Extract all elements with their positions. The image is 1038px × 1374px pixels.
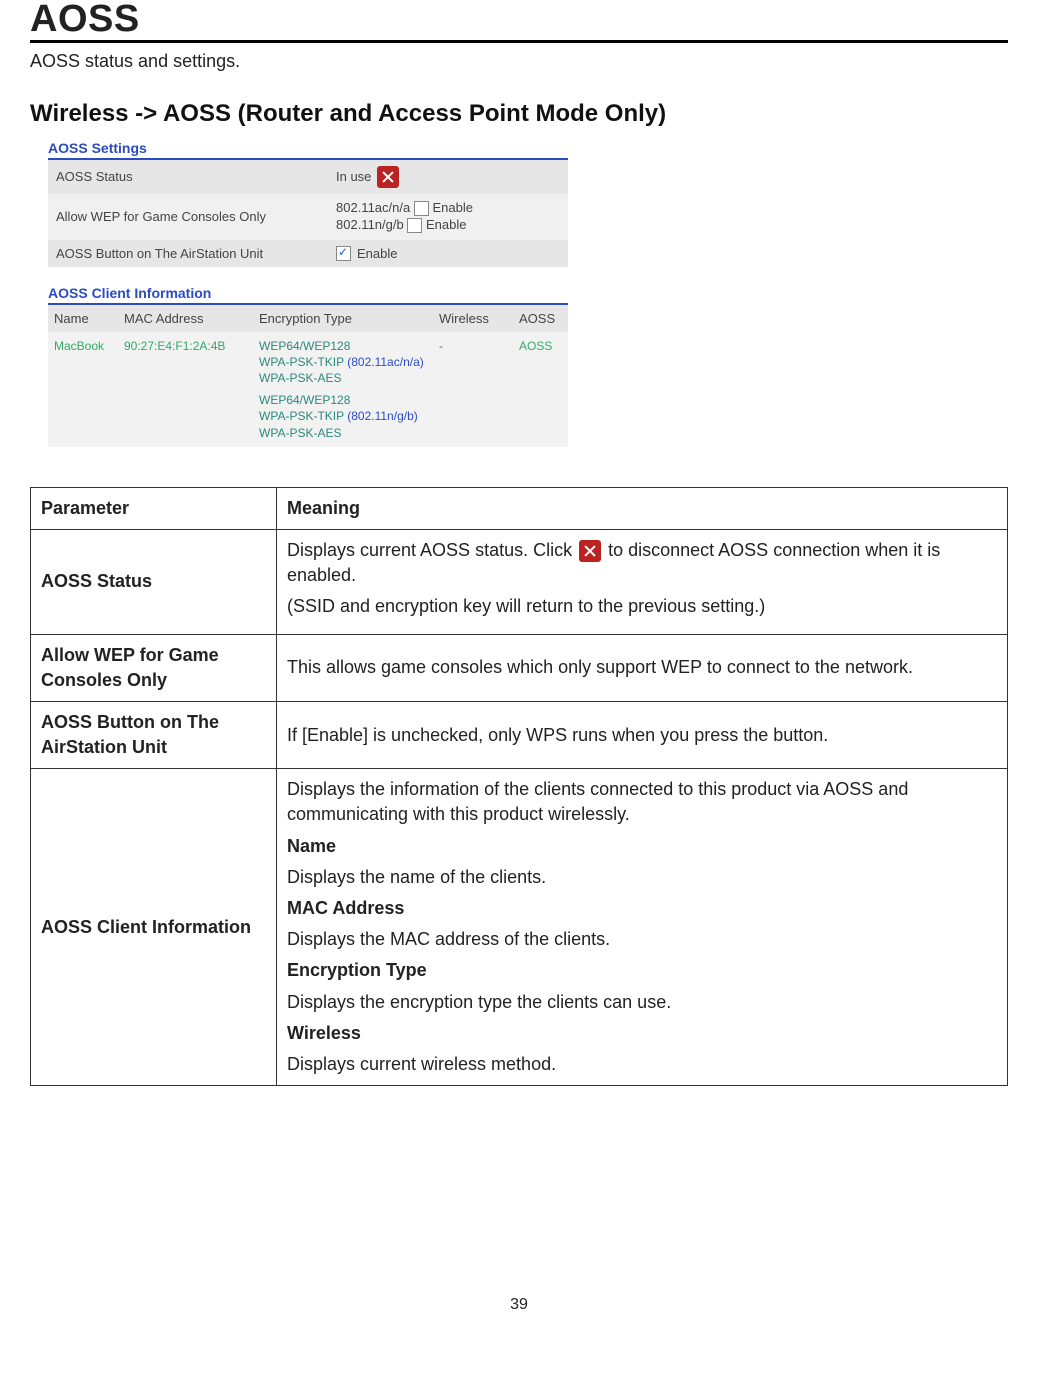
th-parameter: Parameter <box>31 487 277 529</box>
meaning-aci-name-label: Name <box>287 834 997 859</box>
enc-a-line2: WPA-PSK-TKIP <box>259 355 344 369</box>
aoss-settings-heading: AOSS Settings <box>48 140 568 160</box>
enc-b-line3: WPA-PSK-AES <box>259 425 427 441</box>
page-title: AOSS <box>30 0 1008 43</box>
client-th-enc: Encryption Type <box>253 305 433 332</box>
aoss-button-value-cell: Enable <box>328 240 568 267</box>
wep-line-ngb: 802.11n/g/b <box>336 217 404 232</box>
param-allow-wep: Allow WEP for Game Consoles Only <box>31 634 277 701</box>
meaning-allow-wep: This allows game consoles which only sup… <box>277 634 1008 701</box>
meaning-aoss-button: If [Enable] is unchecked, only WPS runs … <box>277 701 1008 768</box>
client-th-aoss: AOSS <box>513 305 568 332</box>
meaning-text-before-icon: Displays current AOSS status. Click <box>287 540 577 560</box>
client-aoss: AOSS <box>513 332 568 447</box>
meaning-aci-enc-text: Displays the encryption type the clients… <box>287 990 997 1015</box>
enc-b-paren: (802.11n/g/b) <box>347 409 418 423</box>
meaning-aci-name-text: Displays the name of the clients. <box>287 865 997 890</box>
param-aoss-status: AOSS Status <box>31 529 277 634</box>
aoss-button-enable-text: Enable <box>357 246 397 261</box>
enc-a-paren: (802.11ac/n/a) <box>347 355 424 369</box>
wep-ngb-checkbox[interactable] <box>407 218 422 233</box>
section-title: Wireless -> AOSS (Router and Access Poin… <box>30 100 1008 128</box>
table-row: AOSS Status Displays current AOSS status… <box>31 529 1008 634</box>
wep-ngb-enable-text: Enable <box>426 217 466 232</box>
meaning-aoss-status-line1: Displays current AOSS status. Click to d… <box>287 538 997 588</box>
page-subtitle: AOSS status and settings. <box>30 51 1008 72</box>
client-table-row: MacBook 90:27:E4:F1:2A:4B WEP64/WEP128 W… <box>48 332 568 447</box>
client-wireless: - <box>433 332 513 447</box>
meaning-aoss-status-line2: (SSID and encryption key will return to … <box>287 594 997 619</box>
parameter-meaning-table: Parameter Meaning AOSS Status Displays c… <box>30 487 1008 1086</box>
client-enc: WEP64/WEP128 WPA-PSK-TKIP (802.11ac/n/a)… <box>253 332 433 447</box>
client-th-mac: MAC Address <box>118 305 253 332</box>
meaning-aci-enc-label: Encryption Type <box>287 958 997 983</box>
aoss-button-checkbox[interactable] <box>336 246 351 261</box>
meaning-aci-intro: Displays the information of the clients … <box>287 777 997 827</box>
wep-line-acna: 802.11ac/n/a <box>336 200 410 215</box>
table-row: AOSS Client Information Displays the inf… <box>31 769 1008 1086</box>
meaning-aci-wireless-text: Displays current wireless method. <box>287 1052 997 1077</box>
aoss-client-heading: AOSS Client Information <box>48 285 568 305</box>
client-name: MacBook <box>48 332 118 447</box>
enc-b-line1: WEP64/WEP128 <box>259 392 427 408</box>
enc-a-line1: WEP64/WEP128 <box>259 338 427 354</box>
aoss-status-value-cell: In use <box>328 160 568 194</box>
wep-acna-enable-text: Enable <box>432 200 472 215</box>
client-th-name: Name <box>48 305 118 332</box>
aoss-button-label: AOSS Button on The AirStation Unit <box>48 240 328 267</box>
wep-acna-checkbox[interactable] <box>414 201 429 216</box>
th-meaning: Meaning <box>277 487 1008 529</box>
router-screenshot: AOSS Settings AOSS Status In use Allow W… <box>48 140 568 447</box>
meaning-aci-mac-label: MAC Address <box>287 896 997 921</box>
allow-wep-value-cell: 802.11ac/n/a Enable 802.11n/g/b Enable <box>328 194 568 240</box>
param-aoss-client-info: AOSS Client Information <box>31 769 277 1086</box>
enc-a-line3: WPA-PSK-AES <box>259 370 427 386</box>
table-row: AOSS Button on The AirStation Unit If [E… <box>31 701 1008 768</box>
aoss-disconnect-icon[interactable] <box>377 166 399 188</box>
aoss-status-value: In use <box>336 169 371 184</box>
aoss-disconnect-icon-inline <box>579 540 601 562</box>
client-table-header: Name MAC Address Encryption Type Wireles… <box>48 305 568 332</box>
client-mac: 90:27:E4:F1:2A:4B <box>118 332 253 447</box>
enc-b-line2: WPA-PSK-TKIP <box>259 409 344 423</box>
meaning-aci-mac-text: Displays the MAC address of the clients. <box>287 927 997 952</box>
aoss-status-label: AOSS Status <box>48 160 328 194</box>
meaning-aci-wireless-label: Wireless <box>287 1021 997 1046</box>
client-th-wireless: Wireless <box>433 305 513 332</box>
table-row: Allow WEP for Game Consoles Only This al… <box>31 634 1008 701</box>
allow-wep-label: Allow WEP for Game Consoles Only <box>48 194 328 240</box>
page-number: 39 <box>30 1296 1008 1314</box>
param-aoss-button: AOSS Button on The AirStation Unit <box>31 701 277 768</box>
